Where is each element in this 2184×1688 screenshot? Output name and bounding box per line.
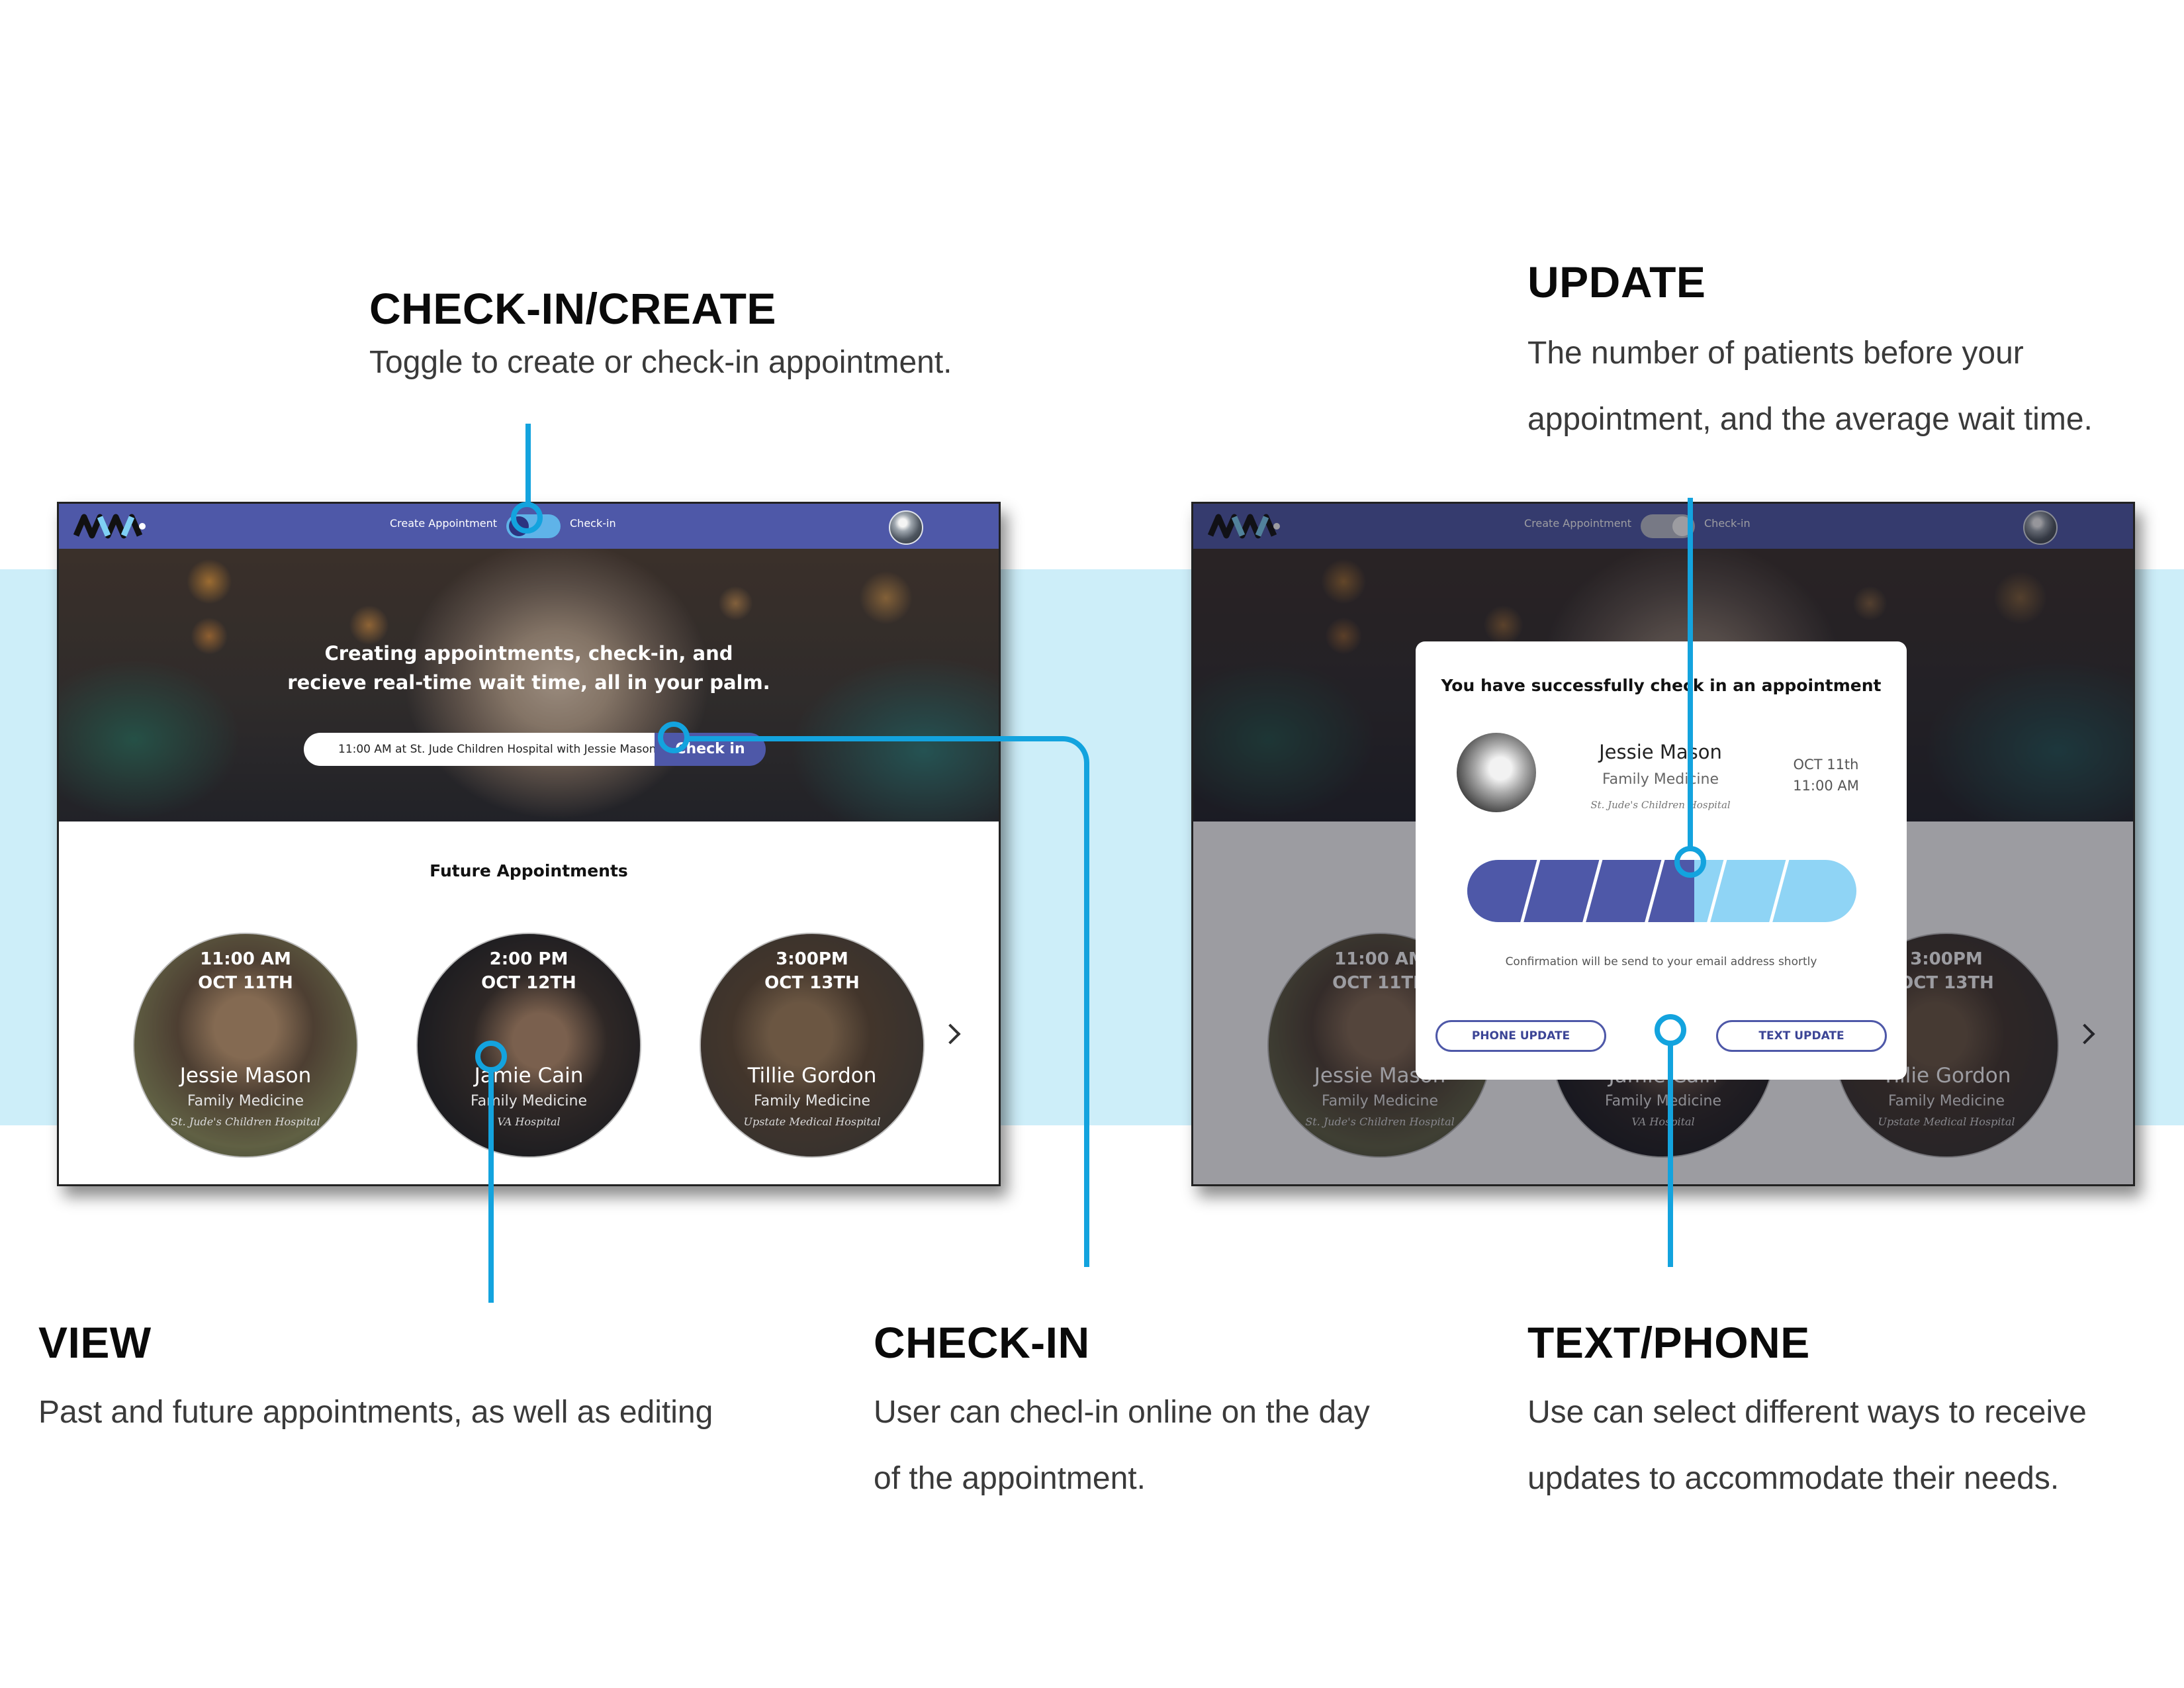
appointment-date-value: OCT 13TH xyxy=(764,973,860,993)
text-update-button[interactable]: TEXT UPDATE xyxy=(1716,1020,1887,1052)
annotation-checkin-desc-line2: of the appointment. xyxy=(874,1461,1146,1496)
appointment-time-value: 3:00PM xyxy=(776,949,848,969)
appointment-doctor-name: Tillie Gordon xyxy=(747,1064,877,1088)
modal-title: You have successfully check in an appoin… xyxy=(1441,676,1882,695)
create-appointment-label[interactable]: Create Appointment xyxy=(390,517,497,530)
annotation-update-title: UPDATE xyxy=(1527,258,1706,306)
appointment-card[interactable]: 2:00 PM OCT 12TH Jamie Cain Family Medic… xyxy=(416,933,641,1158)
annotation-checkin-create-title: CHECK-IN/CREATE xyxy=(369,284,776,333)
hero-headline: Creating appointments, check-in, and rec… xyxy=(59,639,999,697)
checkin-confirmation-mockup: Create Appointment Check-in Check in Fut… xyxy=(1191,502,2135,1186)
annotation-view-title: VIEW xyxy=(38,1318,152,1367)
user-avatar-icon[interactable] xyxy=(889,510,923,545)
modal-date: OCT 11th xyxy=(1793,757,1859,773)
callout-line-view xyxy=(488,1070,494,1303)
appointment-card[interactable]: 11:00 AM OCT 11TH Jessie Mason Family Me… xyxy=(133,933,358,1158)
future-appointments-title: Future Appointments xyxy=(430,861,628,880)
appointment-time-value: 2:00 PM xyxy=(489,949,569,969)
appointment-hospital: Upstate Medical Hospital xyxy=(743,1115,881,1128)
annotation-update-desc-line1: The number of patients before your xyxy=(1527,336,2024,371)
annotation-checkin-title: CHECK-IN xyxy=(874,1318,1090,1367)
appointment-hospital: VA Hospital xyxy=(497,1115,561,1128)
appointment-doctor-name: Jamie Cain xyxy=(474,1064,584,1088)
annotation-update-desc-line2: appointment, and the average wait time. xyxy=(1527,402,2093,437)
annotation-view-desc: Past and future appointments, as well as… xyxy=(38,1395,713,1430)
modal-time: 11:00 AM xyxy=(1793,778,1859,794)
callout-line-update xyxy=(1688,498,1693,849)
hero-line-1: Creating appointments, check-in, and xyxy=(324,642,733,665)
hero-line-2: recieve real-time wait time, all in your… xyxy=(287,671,770,694)
annotation-checkin-desc-line1: User can checl-in online on the day xyxy=(874,1395,1370,1430)
appointment-specialty: Family Medicine xyxy=(187,1093,304,1109)
wave-logo-icon xyxy=(73,514,146,539)
modal-specialty: Family Medicine xyxy=(1602,771,1719,788)
modal-doctor-name: Jessie Mason xyxy=(1599,741,1722,763)
callout-line-text-phone xyxy=(1668,1043,1673,1267)
doctor-avatar xyxy=(1457,733,1536,812)
appointment-search-input[interactable]: 11:00 AM at St. Jude Children Hospital w… xyxy=(304,733,674,766)
hero-banner: Creating appointments, check-in, and rec… xyxy=(59,549,999,821)
home-screen-mockup: Create Appointment Check-in Creating app… xyxy=(57,502,1001,1186)
appointment-time-value: 11:00 AM xyxy=(200,949,291,969)
checkin-success-modal: You have successfully check in an appoin… xyxy=(1416,641,1907,1080)
checkin-nav-label[interactable]: Check-in xyxy=(570,517,616,530)
appointment-date-value: OCT 12TH xyxy=(481,973,576,993)
annotation-text-phone-desc-line1: Use can select different ways to receive xyxy=(1527,1395,2087,1430)
callout-line-checkin-create xyxy=(525,424,531,506)
callout-marker-view xyxy=(475,1041,507,1072)
appointment-doctor-name: Jessie Mason xyxy=(179,1064,312,1088)
modal-date-time: OCT 11th 11:00 AM xyxy=(1773,754,1879,796)
appointment-hospital: St. Jude's Children Hospital xyxy=(171,1115,320,1128)
chevron-right-icon[interactable] xyxy=(940,1023,961,1045)
callout-marker-text-phone xyxy=(1655,1014,1686,1046)
appointment-time: 3:00PM OCT 13TH xyxy=(701,947,923,995)
modal-hospital: St. Jude's Children Hospital xyxy=(1590,799,1731,811)
callout-line-checkin-vertical xyxy=(1084,774,1089,1267)
callout-marker-checkin-create xyxy=(511,502,543,534)
appointment-time: 2:00 PM OCT 12TH xyxy=(418,947,640,995)
appointment-card[interactable]: 3:00PM OCT 13TH Tillie Gordon Family Med… xyxy=(700,933,925,1158)
appointment-specialty: Family Medicine xyxy=(753,1093,871,1109)
progress-divider xyxy=(1704,860,1729,922)
callout-line-checkin-horizontal xyxy=(687,736,1058,741)
appointment-date-value: OCT 11TH xyxy=(198,973,293,993)
phone-update-button[interactable]: PHONE UPDATE xyxy=(1435,1020,1606,1052)
appointment-specialty: Family Medicine xyxy=(470,1093,588,1109)
annotation-checkin-create-desc: Toggle to create or check-in appointment… xyxy=(369,345,952,380)
confirmation-note: Confirmation will be send to your email … xyxy=(1505,955,1817,968)
wait-progress-bar xyxy=(1467,860,1856,922)
annotation-text-phone-title: TEXT/PHONE xyxy=(1527,1318,1810,1367)
progress-divider xyxy=(1766,860,1792,922)
annotation-text-phone-desc-line2: updates to accommodate their needs. xyxy=(1527,1461,2060,1496)
callout-marker-checkin xyxy=(658,722,690,753)
appointment-time: 11:00 AM OCT 11TH xyxy=(134,947,357,995)
callout-marker-update xyxy=(1674,846,1706,878)
